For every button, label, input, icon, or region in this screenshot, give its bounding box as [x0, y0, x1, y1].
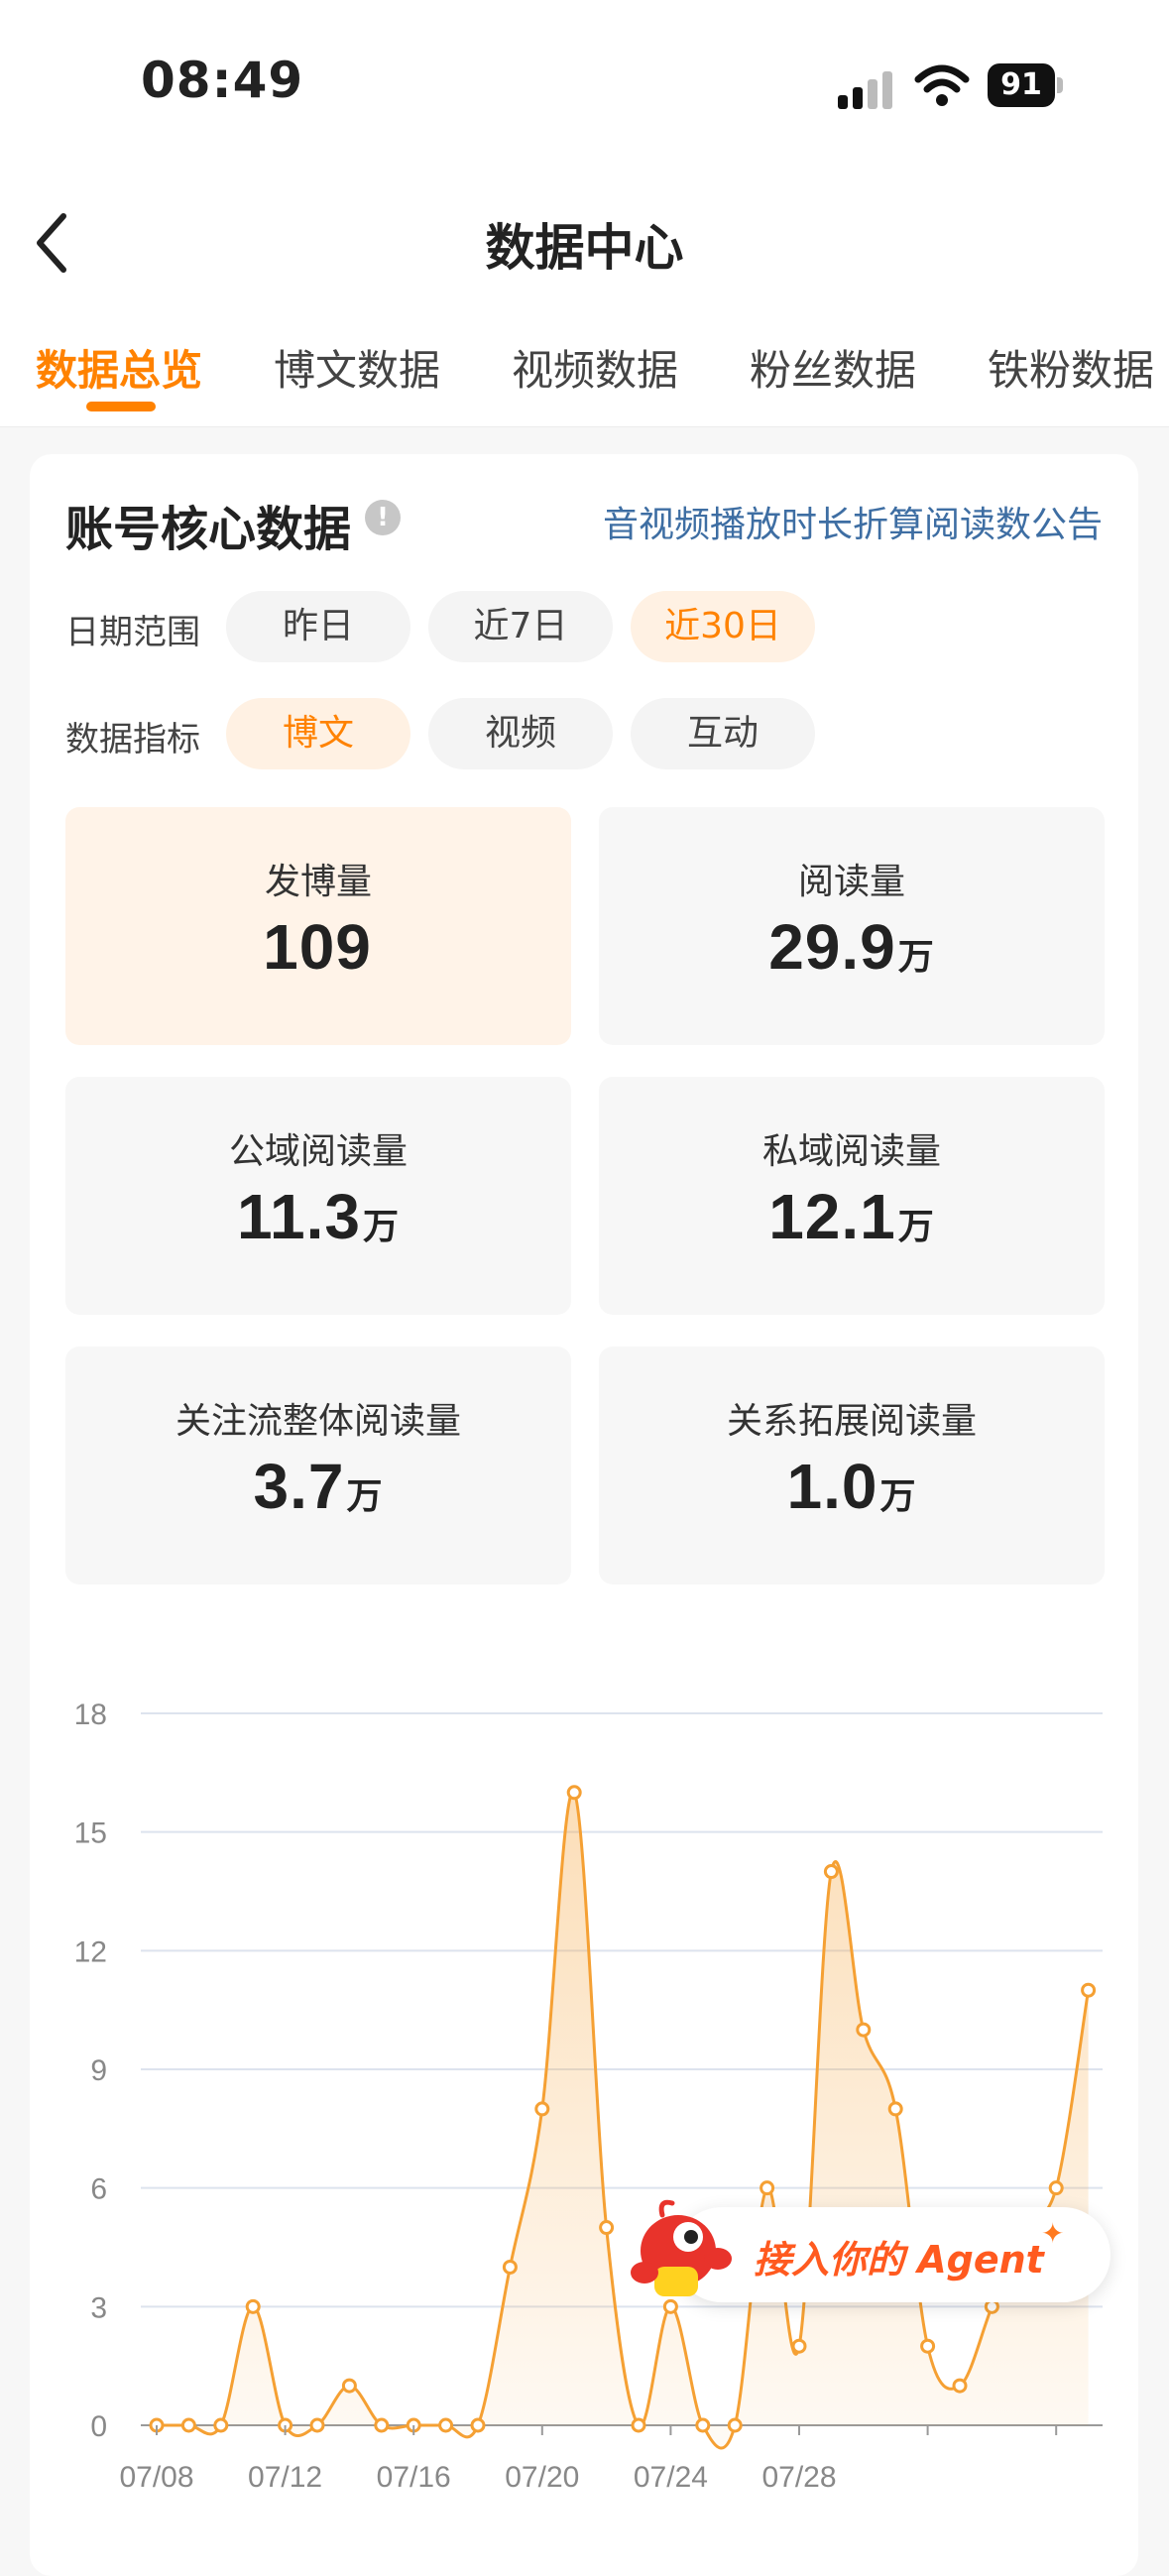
- tab-video-data[interactable]: 视频数据: [512, 337, 678, 398]
- stat-label: 关注流整体阅读量: [175, 1401, 461, 1442]
- stat-label: 关系拓展阅读量: [726, 1401, 977, 1442]
- tab-overview[interactable]: 数据总览: [36, 337, 202, 398]
- metric-label: 数据指标: [65, 720, 200, 760]
- stat-value: 29.9万: [768, 911, 935, 983]
- date-range-label: 日期范围: [65, 613, 200, 652]
- stat-value: 12.1万: [768, 1181, 935, 1252]
- status-time: 08:49: [141, 52, 304, 109]
- stat-label: 公域阅读量: [228, 1131, 408, 1172]
- stat-label: 私域阅读量: [761, 1131, 941, 1172]
- active-tab-indicator: [86, 402, 156, 411]
- battery-icon: 91: [988, 63, 1063, 107]
- header-area: 08:49 91 数据中心 数据总览 博文数据 视频数据 粉丝数据 铁粉数据: [0, 0, 1169, 427]
- tab-fans-data[interactable]: 粉丝数据: [750, 337, 916, 398]
- cellular-signal-icon: [838, 69, 897, 109]
- stat-value: 3.7万: [253, 1451, 384, 1522]
- wifi-icon: [914, 64, 970, 106]
- sparkle-icon: ✦: [1041, 2217, 1065, 2250]
- stat-private-reads[interactable]: 私域阅读量 12.1万: [599, 1077, 1105, 1315]
- section-title: 账号核心数据: [65, 502, 352, 557]
- stat-follow-feed-reads[interactable]: 关注流整体阅读量 3.7万: [65, 1347, 571, 1584]
- tab-post-data[interactable]: 博文数据: [274, 337, 440, 398]
- battery-level: 91: [988, 63, 1055, 107]
- stat-label: 阅读量: [797, 862, 905, 902]
- page-title: 数据中心: [485, 219, 684, 277]
- agent-banner[interactable]: 接入你的 Agent ✦: [615, 2189, 1111, 2306]
- stat-label: 发博量: [264, 862, 372, 902]
- stat-post-count[interactable]: 发博量 109: [65, 807, 571, 1045]
- stat-value: 1.0万: [786, 1451, 917, 1522]
- date-chip-30days[interactable]: 近30日: [631, 591, 815, 662]
- stat-public-reads[interactable]: 公域阅读量 11.3万: [65, 1077, 571, 1315]
- notice-link[interactable]: 音视频播放时长折算阅读数公告: [603, 496, 1103, 547]
- metric-chip-video[interactable]: 视频: [428, 698, 613, 769]
- stat-reads[interactable]: 阅读量 29.9万: [599, 807, 1105, 1045]
- agent-banner-text: 接入你的 Agent: [754, 2238, 1044, 2282]
- metric-chip-interaction[interactable]: 互动: [631, 698, 815, 769]
- metric-chip-posts[interactable]: 博文: [226, 698, 410, 769]
- tab-iron-fans-data[interactable]: 铁粉数据: [988, 337, 1154, 398]
- date-chip-yesterday[interactable]: 昨日: [226, 591, 410, 662]
- stat-relationship-reads[interactable]: 关系拓展阅读量 1.0万: [599, 1347, 1105, 1584]
- info-icon[interactable]: !: [365, 500, 401, 535]
- date-chip-7days[interactable]: 近7日: [428, 591, 613, 662]
- stat-value: 11.3万: [236, 1181, 401, 1252]
- mascot-icon: [631, 2199, 732, 2296]
- stat-value: 109: [263, 911, 372, 983]
- tab-bar: 数据总览 博文数据 视频数据 粉丝数据 铁粉数据: [0, 327, 1169, 426]
